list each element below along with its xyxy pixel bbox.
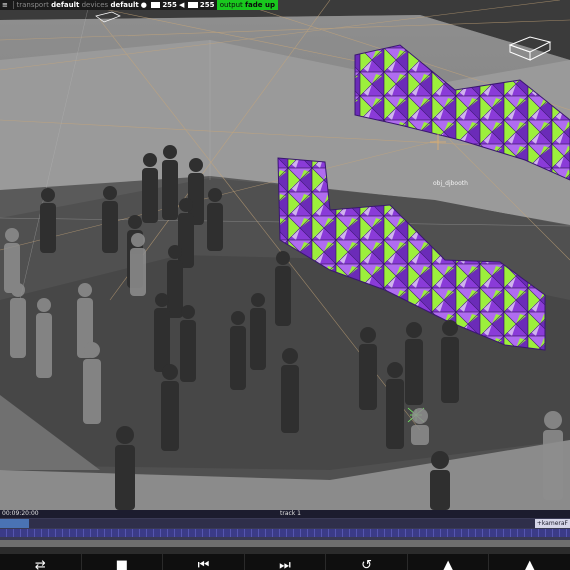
- brightness-slider[interactable]: [150, 2, 161, 8]
- loop-button[interactable]: ⇄: [0, 554, 82, 570]
- stop-button[interactable]: ■: [82, 554, 164, 570]
- eject-button[interactable]: ▲: [489, 554, 570, 570]
- track-name: track 1: [280, 510, 301, 517]
- speaker-icon: ◀: [178, 1, 185, 9]
- track-progress-bar: [0, 519, 29, 528]
- 3d-viewport[interactable]: [0, 0, 570, 510]
- stop-icon: ■: [115, 558, 129, 570]
- previous-button[interactable]: ⏮: [163, 554, 245, 570]
- output-value: fade up: [245, 1, 275, 9]
- volume-value: 255: [199, 1, 215, 9]
- time-readout: 00:09:20:00: [2, 510, 39, 517]
- volume-slider[interactable]: [188, 2, 198, 8]
- skip-back-icon: ⏮: [197, 558, 210, 570]
- transport-label: transport: [16, 1, 49, 9]
- status-bar: ≡ transport default devices default ● 25…: [0, 0, 278, 10]
- object-label: obj_djbooth: [433, 180, 468, 187]
- divider: [12, 1, 14, 9]
- triangle-up-icon: ▲: [443, 558, 454, 570]
- output-label: output: [219, 1, 243, 9]
- devices-label: devices: [81, 1, 109, 9]
- transport-controls: ⇄ ■ ⏮ ⏭ ↺ ▲ ▲: [0, 547, 570, 570]
- bulb-icon: ●: [140, 1, 147, 9]
- output-button[interactable]: output fade up: [216, 0, 278, 10]
- next-button[interactable]: ⏭: [245, 554, 327, 570]
- undo-icon: ↺: [361, 558, 373, 570]
- camera-tag[interactable]: +kameraF: [534, 519, 570, 528]
- triangle-up-icon: ▲: [524, 558, 535, 570]
- timeline-panel: 00:09:20:00 track 1 +kameraF: [0, 510, 570, 540]
- devices-selector[interactable]: default: [110, 1, 138, 9]
- stage-visualizer-app: ≡ transport default devices default ● 25…: [0, 0, 570, 570]
- brightness-value: 255: [162, 1, 177, 9]
- shuffle-icon: ⇄: [34, 558, 46, 570]
- time-ruler[interactable]: 00:09:20:00 track 1: [0, 510, 570, 518]
- cue-lane[interactable]: [0, 529, 570, 537]
- undo-button[interactable]: ↺: [326, 554, 408, 570]
- skip-forward-icon: ⏭: [279, 558, 291, 570]
- transport-selector[interactable]: default: [51, 1, 79, 9]
- menu-icon[interactable]: ≡: [2, 1, 8, 9]
- track-row[interactable]: [0, 519, 570, 528]
- up-button[interactable]: ▲: [408, 554, 490, 570]
